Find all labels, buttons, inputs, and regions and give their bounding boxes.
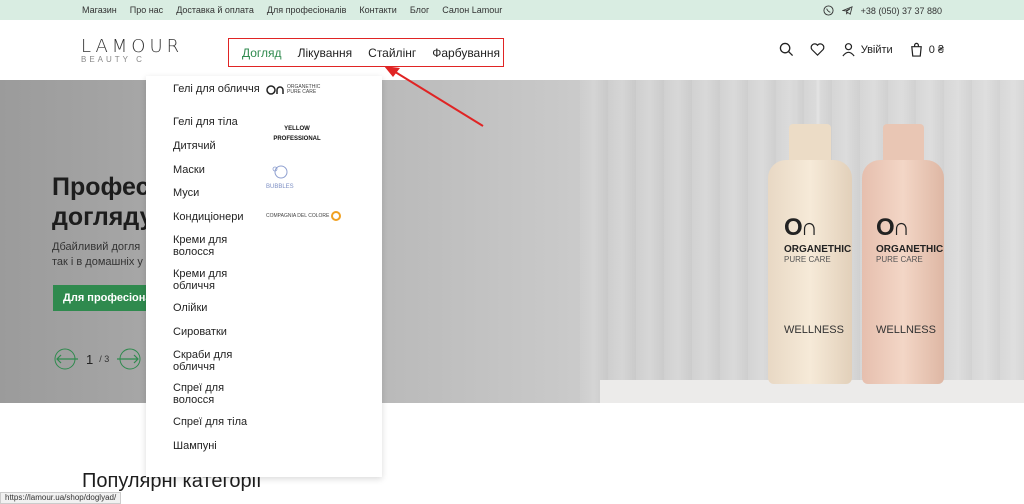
phone-number[interactable]: +38 (050) 37 37 880 [861,6,942,16]
cart-button[interactable]: 0 ₴ [909,42,944,57]
menu-item-serums[interactable]: Сироватки [173,326,263,338]
site-logo[interactable]: LAMOUR BEAUTY C [81,36,183,64]
menu-item-face-gels[interactable]: Гелі для обличчя [173,83,263,95]
brand-compagnia[interactable]: COMPAGNIA DEL COLORE [266,211,342,221]
nav-care[interactable]: Догляд [242,46,282,60]
brand-organethic[interactable]: ORGANETHIC PURE CARE [266,85,329,95]
brand-compagnia-label: COMPAGNIA DEL COLORE [266,213,330,219]
hero-title-line-1: Професі [52,173,157,201]
product-bottle-2: O∩ ORGANETHIC PURE CARE WELLNESS [862,124,944,384]
header-actions: Увійти 0 ₴ [779,42,944,57]
product-bottle-1: O∩ ORGANETHIC PURE CARE WELLNESS [768,124,852,384]
menu-item-masks[interactable]: Маски [173,164,263,176]
brand-yellow[interactable]: YELLOW PROFESSIONAL [266,124,328,144]
bottle-2-brand: ORGANETHIC [876,244,944,255]
top-link-pros[interactable]: Для професіоналів [267,5,347,15]
hero-title-line-2: догляду [52,203,154,231]
top-contact: +38 (050) 37 37 880 [823,5,942,16]
bottle-1-subbrand: PURE CARE [784,255,831,264]
compagnia-logo-icon [331,211,342,221]
hero-text-line-2: так і в домашніх у [52,256,143,268]
menu-item-kids[interactable]: Дитячий [173,140,263,152]
logo-text: LAMOUR [81,36,184,57]
hero-text-line-1: Дбайливий догля [52,241,141,253]
top-link-delivery[interactable]: Доставка й оплата [176,5,254,15]
bottle-1-product: WELLNESS [784,324,844,336]
menu-item-mousses[interactable]: Муси [173,187,263,199]
slide-current: 1 [86,351,94,367]
care-dropdown-menu: Гелі для обличчя Гелі для тіла Дитячий М… [146,76,382,477]
top-link-blog[interactable]: Блог [410,5,429,15]
pros-cta-button[interactable]: Для професіона [53,285,153,311]
bottle-2-product: WELLNESS [876,324,936,336]
top-link-salon[interactable]: Салон Lamour [442,5,502,15]
telegram-icon[interactable] [841,5,853,16]
bottle-2-subbrand: PURE CARE [876,255,923,264]
menu-item-body-gels[interactable]: Гелі для тіла [173,116,263,128]
header: LAMOUR BEAUTY C Догляд Лікування Стайлін… [0,20,1024,80]
menu-item-face-creams[interactable]: Креми для обличчя [173,268,263,292]
annotation-arrow [384,66,484,127]
hero-title: Професі догляду [52,172,156,232]
viber-icon[interactable] [823,5,834,16]
top-link-contacts[interactable]: Контакти [359,5,396,15]
hero-description: Дбайливий догля так і в домашніх у [52,240,143,270]
slide-total: / 3 [99,354,110,364]
arrow-right-icon[interactable] [115,348,141,370]
nav-styling[interactable]: Стайлінг [368,46,416,60]
menu-item-face-scrubs[interactable]: Скраби для обличчя [173,349,263,373]
menu-item-oils[interactable]: Олійки [173,302,263,314]
organethic-logo-icon [266,85,284,95]
bottle-1-brand: ORGANETHIC [784,244,852,255]
menu-item-hair-creams[interactable]: Креми для волосся [173,234,263,258]
brand-bubbles-label: BUBBLES [266,184,294,190]
login-label: Увійти [860,43,893,56]
slider-controls: 1 / 3 [54,348,141,370]
heart-icon[interactable] [810,42,825,57]
top-link-about[interactable]: Про нас [130,5,163,15]
menu-item-hair-sprays[interactable]: Спреї для волосся [173,382,263,406]
top-links: Магазин Про нас Доставка й оплата Для пр… [82,5,502,15]
arrow-left-icon[interactable] [54,348,80,370]
top-link-shop[interactable]: Магазин [82,5,117,15]
brand-bubbles[interactable]: BUBBLES [266,164,296,190]
menu-item-conditioners[interactable]: Кондиціонери [173,211,263,223]
top-bar: Магазин Про нас Доставка й оплата Для пр… [0,0,1024,20]
browser-status-url: https://lamour.ua/shop/doglyad/ [0,492,122,504]
menu-item-shampoos[interactable]: Шампуні [173,440,263,452]
bubbles-logo-icon [272,165,288,179]
brand-organethic-label: ORGANETHIC PURE CARE [287,84,321,95]
nav-coloring[interactable]: Фарбування [432,46,500,60]
brand-yellow-label: YELLOW PROFESSIONAL [273,126,321,142]
login-button[interactable]: Увійти [841,42,893,57]
menu-item-body-sprays[interactable]: Спреї для тіла [173,416,263,428]
user-icon [842,43,855,57]
cart-total: 0 ₴ [928,43,944,56]
nav-treatment[interactable]: Лікування [298,46,353,60]
search-icon[interactable] [779,42,794,57]
cart-icon [910,42,922,57]
